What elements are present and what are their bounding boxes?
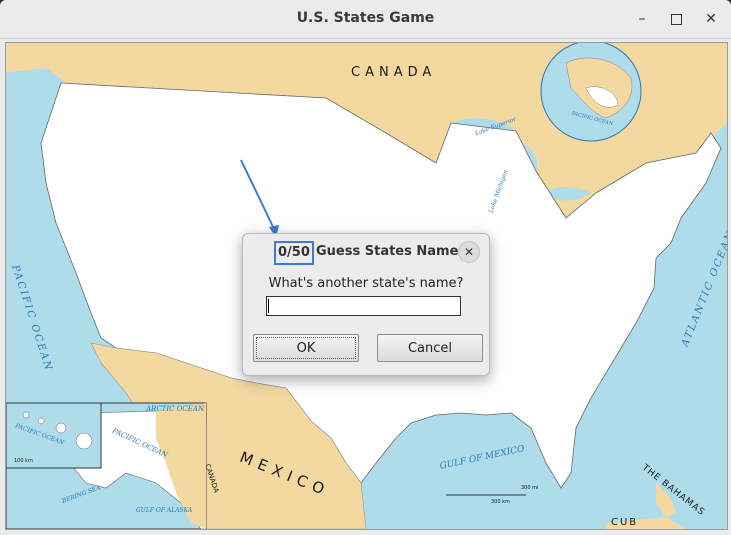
dialog-title: Guess States Name <box>316 244 459 259</box>
minimize-button[interactable]: – <box>632 9 652 29</box>
close-icon: ✕ <box>705 11 717 27</box>
maximize-button[interactable] <box>666 9 686 29</box>
label-canada: CANADA <box>351 65 437 80</box>
dialog-close-button[interactable]: ✕ <box>458 241 480 263</box>
label-cuba: CUB <box>611 517 639 528</box>
close-icon: ✕ <box>463 245 475 259</box>
cancel-button[interactable]: Cancel <box>377 334 483 362</box>
score-counter: 0/50 <box>274 241 314 265</box>
minimize-icon: – <box>638 11 646 27</box>
close-button[interactable]: ✕ <box>701 9 721 29</box>
dialog-title-bar[interactable]: 0/50 Guess States Name ✕ <box>243 234 489 268</box>
title-bar[interactable]: U.S. States Game – ✕ <box>0 0 731 39</box>
state-name-input[interactable] <box>266 296 461 316</box>
label-hawaii-scale: 100 km <box>14 458 33 464</box>
dialog-prompt: What's another state's name? <box>268 276 464 291</box>
ok-button[interactable]: OK <box>253 334 359 362</box>
text-caret <box>268 299 269 313</box>
label-scale-km: 300 km <box>491 499 510 505</box>
guess-dialog: 0/50 Guess States Name ✕ What's another … <box>242 233 490 376</box>
label-scale-mi: 300 mi <box>521 485 539 491</box>
maximize-icon <box>670 13 682 25</box>
window-title: U.S. States Game <box>296 10 435 26</box>
game-window: U.S. States Game – ✕ CANADA MEXICO PACIF… <box>0 0 731 535</box>
label-gulf-of-alaska: GULF OF ALASKA <box>136 507 193 514</box>
label-arctic-ocean: ARCTIC OCEAN <box>146 405 205 413</box>
